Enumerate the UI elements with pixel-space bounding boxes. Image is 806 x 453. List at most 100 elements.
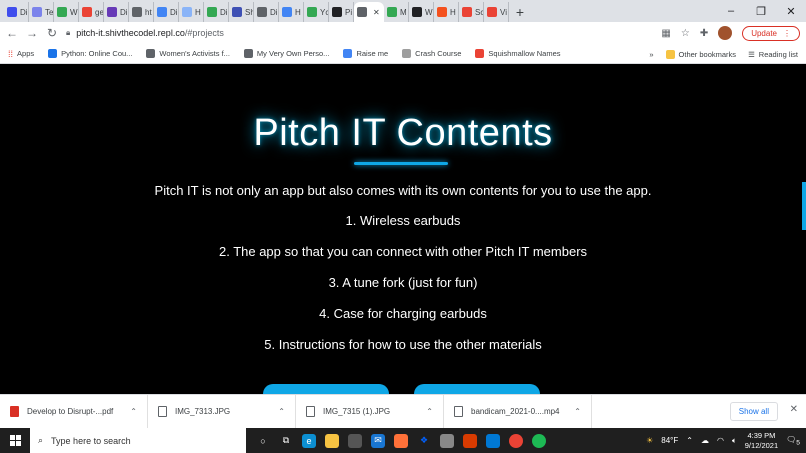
browser-tab[interactable]: Pi bbox=[329, 2, 354, 22]
clock[interactable]: 4:39 PM 9/12/2021 bbox=[745, 431, 778, 451]
maximize-icon[interactable]: ❐ bbox=[746, 0, 776, 22]
chevron-up-icon[interactable]: ⌃ bbox=[426, 407, 433, 416]
tab-label: Yc bbox=[320, 7, 329, 17]
back-icon[interactable]: ← bbox=[6, 26, 18, 40]
browser-tab[interactable]: Di bbox=[154, 2, 179, 22]
browser-tab[interactable]: H bbox=[434, 2, 459, 22]
browser-tab[interactable]: Di bbox=[204, 2, 229, 22]
bookmark-item[interactable]: Women's Activists f... bbox=[146, 49, 230, 58]
bookmark-item[interactable]: Squishmallow Names bbox=[475, 49, 561, 58]
list-item: 3. A tune fork (just for fun) bbox=[328, 275, 478, 290]
browser-tab[interactable]: M bbox=[384, 2, 409, 22]
browser-toolbar: ← → ↻ 🔒︎ pitch-it.shivthecodel.repl.co/#… bbox=[0, 22, 806, 44]
browser-tab[interactable]: Yc bbox=[304, 2, 329, 22]
download-filename: bandicam_2021-0....mp4 bbox=[471, 407, 560, 416]
address-bar[interactable]: 🔒︎ pitch-it.shivthecodel.repl.co/#projec… bbox=[66, 24, 653, 42]
cloud-icon[interactable]: ☁ bbox=[701, 436, 709, 445]
chevron-up-icon[interactable]: ⌃ bbox=[278, 407, 285, 416]
browser-tab[interactable]: ✕ bbox=[354, 2, 384, 22]
intro-text: Pitch IT is not only an app but also com… bbox=[154, 183, 652, 198]
browser-tab[interactable]: Di bbox=[104, 2, 129, 22]
tab-label: H bbox=[295, 7, 301, 17]
office-icon[interactable] bbox=[463, 433, 477, 448]
more-bookmarks-button[interactable]: » bbox=[649, 50, 653, 59]
update-button[interactable]: Update ⋮ bbox=[742, 25, 800, 41]
store-icon[interactable] bbox=[348, 433, 362, 448]
scrollbar-thumb[interactable] bbox=[802, 182, 806, 230]
lock-icon[interactable]: 🔒︎ bbox=[66, 28, 70, 38]
browser-tab[interactable]: W bbox=[54, 2, 79, 22]
browser-tab[interactable]: Sc bbox=[459, 2, 484, 22]
wifi-icon[interactable]: ◠ bbox=[717, 436, 724, 445]
search-placeholder: Type here to search bbox=[51, 435, 131, 446]
volume-icon[interactable]: 🔈︎ bbox=[732, 436, 737, 446]
bookmark-item[interactable]: Python: Online Cou... bbox=[48, 49, 132, 58]
browser-tab[interactable]: Vi bbox=[484, 2, 509, 22]
taskbar: ⌕ Type here to search ○ ⧉ e ✉ ❖ ☀ 84°F ⌃… bbox=[0, 428, 806, 453]
minimize-icon[interactable]: – bbox=[716, 0, 746, 22]
cta-button-right[interactable] bbox=[414, 384, 540, 394]
browser-tab[interactable]: Di bbox=[4, 2, 29, 22]
chevron-up-icon[interactable]: ⌃ bbox=[686, 436, 693, 445]
close-icon[interactable]: ✕ bbox=[776, 0, 806, 22]
tab-label: M bbox=[400, 7, 407, 17]
taskbar-search[interactable]: ⌕ Type here to search bbox=[30, 428, 246, 453]
bookmark-item[interactable]: My Very Own Perso... bbox=[243, 49, 329, 58]
task-view-icon[interactable]: ⧉ bbox=[279, 434, 293, 448]
browser-tab[interactable]: H bbox=[279, 2, 304, 22]
mail-icon[interactable]: ✉ bbox=[371, 433, 385, 448]
download-item[interactable]: IMG_7313.JPG ⌃ bbox=[148, 394, 296, 429]
avatar[interactable] bbox=[718, 26, 733, 40]
url-host: pitch-it.shivthecodel.repl.co bbox=[76, 28, 185, 38]
chevron-up-icon[interactable]: ⌃ bbox=[130, 407, 137, 416]
dropbox-icon[interactable]: ❖ bbox=[417, 434, 431, 448]
forward-icon[interactable]: → bbox=[26, 26, 38, 40]
youtube-icon bbox=[48, 49, 58, 58]
chrome-icon[interactable] bbox=[509, 433, 523, 448]
chevron-up-icon[interactable]: ⌃ bbox=[574, 407, 581, 416]
bookmark-item[interactable]: Raise me bbox=[343, 49, 388, 58]
more-vert-icon: ⋮ bbox=[783, 28, 791, 38]
browser-tab[interactable]: W bbox=[409, 2, 434, 22]
browser-tab[interactable]: ge bbox=[79, 2, 104, 22]
browser-tab[interactable]: ht bbox=[129, 2, 154, 22]
other-bookmarks[interactable]: Other bookmarks bbox=[665, 49, 736, 59]
browser-tab[interactable]: Di bbox=[254, 2, 279, 22]
tab-label: Di bbox=[270, 7, 278, 17]
close-tab-icon[interactable]: ✕ bbox=[373, 8, 380, 17]
edge-icon[interactable]: e bbox=[302, 433, 316, 448]
firefox-icon[interactable] bbox=[394, 433, 408, 448]
download-item[interactable]: bandicam_2021-0....mp4 ⌃ bbox=[444, 394, 592, 429]
new-tab-button[interactable]: + bbox=[509, 2, 531, 22]
browser-tab[interactable]: H bbox=[179, 2, 204, 22]
globe-icon bbox=[132, 7, 142, 17]
star-icon[interactable]: ☆ bbox=[681, 28, 690, 39]
keyboard-icon[interactable] bbox=[440, 433, 454, 448]
weather-icon[interactable]: ☀ bbox=[646, 436, 653, 445]
image-file-icon bbox=[158, 406, 167, 417]
download-filename: IMG_7315 (1).JPG bbox=[323, 407, 391, 416]
bookmark-label: Women's Activists f... bbox=[159, 49, 230, 58]
bookmark-item[interactable]: Crash Course bbox=[402, 49, 461, 58]
reload-icon[interactable]: ↻ bbox=[46, 26, 58, 40]
cortana-icon[interactable]: ○ bbox=[256, 434, 270, 448]
tab-label: Pi bbox=[345, 7, 353, 17]
show-all-button[interactable]: Show all bbox=[729, 402, 778, 421]
download-item[interactable]: IMG_7315 (1).JPG ⌃ bbox=[296, 394, 444, 429]
file-explorer-icon[interactable] bbox=[325, 433, 339, 448]
reading-list[interactable]: ☰ Reading list bbox=[748, 50, 798, 59]
notifications-icon[interactable]: 🗨︎5 bbox=[786, 435, 800, 447]
extensions-icon[interactable]: ✚ bbox=[700, 28, 708, 39]
start-button[interactable] bbox=[0, 428, 30, 453]
cta-button-left[interactable] bbox=[263, 384, 389, 394]
spotify-icon[interactable] bbox=[532, 433, 546, 448]
browser-tab[interactable]: Sh bbox=[229, 2, 254, 22]
photos-icon[interactable] bbox=[486, 433, 500, 448]
tab-favicon-icon bbox=[462, 7, 472, 17]
qr-code-icon[interactable]: ▦ bbox=[661, 28, 670, 39]
browser-tab[interactable]: Te bbox=[29, 2, 54, 22]
close-downloads-icon[interactable]: ✕ bbox=[790, 404, 798, 415]
apps-bookmark[interactable]: ⁞⁞ Apps bbox=[8, 49, 34, 59]
download-item[interactable]: Develop to Disrupt-...pdf ⌃ bbox=[0, 394, 148, 429]
globe-icon bbox=[243, 49, 253, 58]
